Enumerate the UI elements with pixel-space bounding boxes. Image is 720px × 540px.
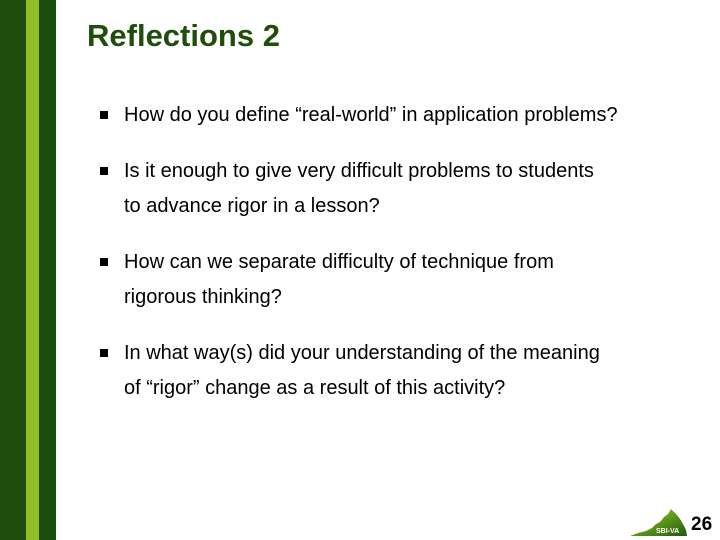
bullet-item: Is it enough to give very difficult prob… (100, 154, 720, 224)
bullet-list: How do you define “real-world” in applic… (100, 98, 720, 406)
bullet-item: How can we separate difficulty of techni… (100, 245, 720, 315)
bullet-text: Is it enough to give very difficult prob… (124, 160, 594, 182)
logo-text: SBI-VA (656, 528, 679, 535)
sidebar-dark-band (0, 0, 26, 540)
square-bullet-icon (100, 167, 108, 175)
slide-title: Reflections 2 (87, 18, 280, 53)
bullet-text-continued: of “rigor” change as a result of this ac… (124, 377, 506, 399)
bullet-text-continued: rigorous thinking? (124, 286, 282, 308)
bullet-item: How do you define “real-world” in applic… (100, 98, 720, 133)
bullet-text-continued: to advance rigor in a lesson? (124, 195, 380, 217)
square-bullet-icon (100, 349, 108, 357)
bullet-text: How can we separate difficulty of techni… (124, 251, 554, 273)
bullet-item: In what way(s) did your understanding of… (100, 336, 720, 406)
virginia-state-logo-icon: SBI-VA (630, 509, 687, 536)
sidebar-dark-band-inner (39, 0, 56, 540)
bullet-text: How do you define “real-world” in applic… (124, 104, 618, 126)
square-bullet-icon (100, 111, 108, 119)
page-number: 26 (691, 514, 713, 535)
bullet-text: In what way(s) did your understanding of… (124, 342, 600, 364)
sidebar-decoration (0, 0, 56, 540)
square-bullet-icon (100, 258, 108, 266)
sidebar-accent-stripe (26, 0, 39, 540)
